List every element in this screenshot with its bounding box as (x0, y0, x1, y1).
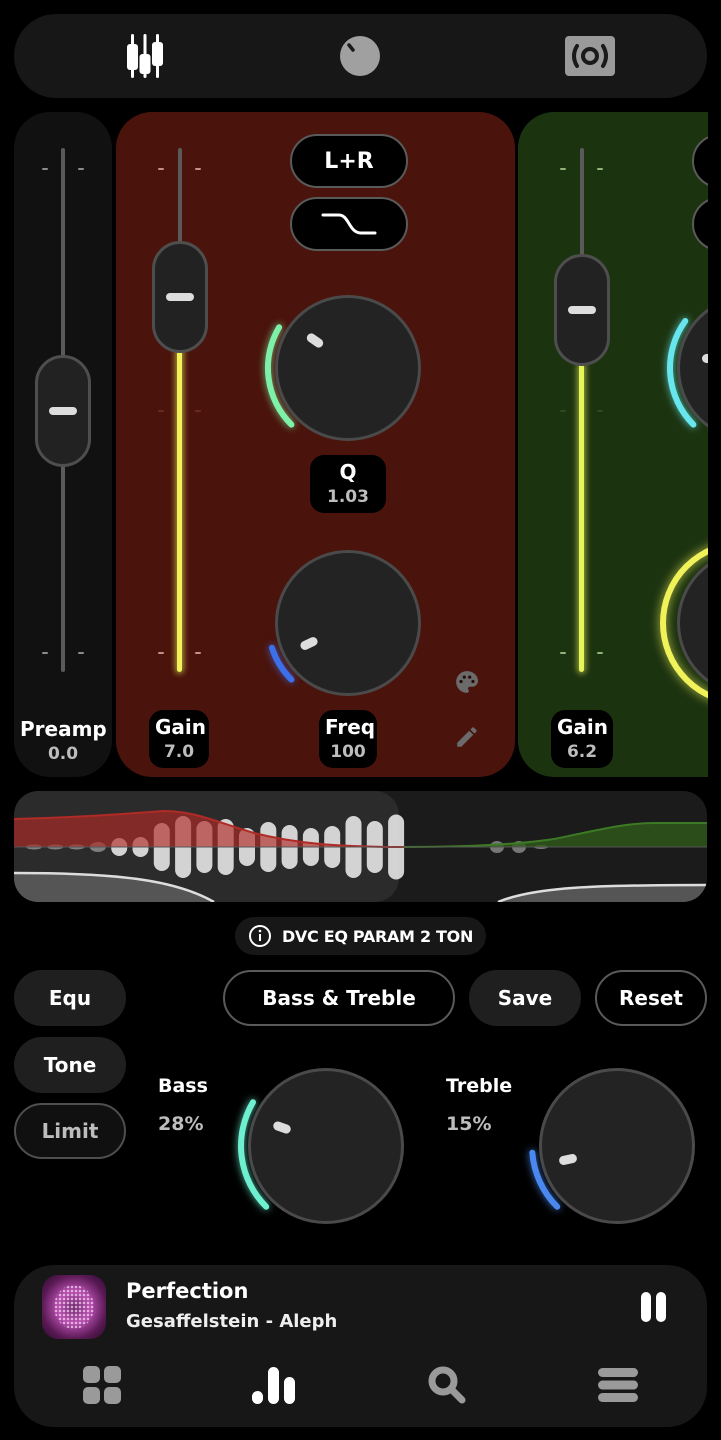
channel-button[interactable]: L+R (290, 134, 408, 188)
nav-search[interactable] (423, 1361, 471, 1409)
pause-button[interactable] (634, 1287, 674, 1327)
bass-label: Bass (158, 1075, 208, 1097)
band-2-gain-level (579, 364, 584, 672)
bass-knob[interactable] (248, 1068, 404, 1224)
tab-tone[interactable]: Tone (14, 1037, 126, 1093)
palette-icon[interactable] (454, 669, 480, 695)
preamp-value: 0.0 (47, 744, 79, 764)
spectrum-graph (14, 791, 707, 902)
screen-edge (708, 100, 721, 790)
preset-info-chip[interactable]: DVC EQ PARAM 2 TON (235, 917, 486, 955)
preamp-panel: Preamp 0.0 (14, 112, 112, 777)
tick-mark (78, 168, 84, 170)
equalizer-tab[interactable] (117, 28, 173, 84)
preset-name: DVC EQ PARAM 2 TON (281, 926, 474, 946)
knob-tab[interactable] (332, 28, 388, 84)
freq-readout: Freq 100 (319, 710, 377, 768)
track-artist[interactable]: Gesaffelstein - Aleph (126, 1311, 337, 1332)
nav-equalizer[interactable] (250, 1361, 298, 1409)
q-value: 1.03 (327, 487, 369, 507)
tick-mark (560, 652, 566, 654)
tick-mark (42, 652, 48, 654)
equalizer-sliders-icon (127, 34, 163, 78)
preamp-label: Preamp (20, 717, 107, 741)
tab-limit[interactable]: Limit (14, 1103, 126, 1159)
tick-mark (597, 652, 603, 654)
tick-mark (597, 410, 603, 412)
band-1-gain-readout: Gain 7.0 (149, 710, 209, 768)
tab-equ[interactable]: Equ (14, 970, 126, 1026)
top-bar (14, 14, 707, 98)
tick-mark (560, 168, 566, 170)
bass-treble-button[interactable]: Bass & Treble (223, 970, 455, 1026)
band-2-gain-thumb[interactable] (554, 254, 610, 366)
preamp-slider-thumb[interactable] (35, 355, 91, 467)
tick-mark (42, 168, 48, 170)
treble-knob[interactable] (539, 1068, 695, 1224)
tick-mark (158, 652, 164, 654)
band-1-gain-label: Gain (155, 715, 207, 739)
surround-tab[interactable] (562, 28, 618, 84)
spectrum-analyzer[interactable] (14, 791, 707, 902)
tick-mark (195, 168, 201, 170)
band-2-gain-label: Gain (557, 715, 609, 739)
q-label: Q (339, 460, 357, 484)
mini-player: Perfection Gesaffelstein - Aleph (14, 1265, 707, 1427)
band-2-curve-fill (404, 823, 707, 847)
pencil-icon[interactable] (454, 724, 480, 750)
equalizer-bars-icon (252, 1367, 295, 1404)
tick-mark (78, 652, 84, 654)
save-button[interactable]: Save (469, 970, 581, 1026)
band-1-gain-value: 7.0 (163, 742, 195, 762)
freq-knob[interactable] (275, 550, 421, 696)
q-knob[interactable] (275, 295, 421, 441)
nav-library[interactable] (78, 1361, 126, 1409)
reset-button[interactable]: Reset (595, 970, 707, 1026)
info-icon (248, 925, 271, 947)
band-2-panel: Gain 6.2 (518, 112, 721, 777)
band-2-gain-value: 6.2 (566, 742, 598, 762)
band-2-gain-track[interactable] (580, 148, 584, 258)
tick-mark (158, 168, 164, 170)
preamp-readout: Preamp 0.0 (14, 712, 112, 770)
search-icon (428, 1366, 466, 1404)
tick-mark (195, 652, 201, 654)
treble-value: 15% (446, 1113, 492, 1135)
pause-icon (641, 1292, 666, 1322)
band-2-gain-readout: Gain 6.2 (551, 710, 613, 768)
tick-mark (560, 410, 566, 412)
freq-value: 100 (330, 742, 366, 762)
filter-type-button[interactable] (290, 197, 408, 251)
grid-icon (83, 1366, 121, 1404)
band-1-gain-level (177, 348, 182, 672)
track-title[interactable]: Perfection (126, 1279, 248, 1303)
speaker-surround-icon (565, 36, 615, 76)
album-art[interactable] (42, 1275, 106, 1339)
freq-label: Freq (325, 715, 376, 739)
nav-menu[interactable] (594, 1361, 642, 1409)
band-1-gain-thumb[interactable] (152, 241, 208, 353)
tick-mark (195, 410, 201, 412)
knob-icon (340, 36, 380, 76)
treble-label: Treble (446, 1075, 513, 1097)
tick-mark (158, 410, 164, 412)
low-shelf-curve-icon (321, 213, 377, 235)
bass-value: 28% (158, 1113, 204, 1135)
menu-icon (598, 1368, 638, 1402)
q-readout: Q 1.03 (310, 455, 386, 513)
tick-mark (597, 168, 603, 170)
band-1-panel: L+R Q 1.03 Freq 100 Gain 7.0 (116, 112, 515, 777)
